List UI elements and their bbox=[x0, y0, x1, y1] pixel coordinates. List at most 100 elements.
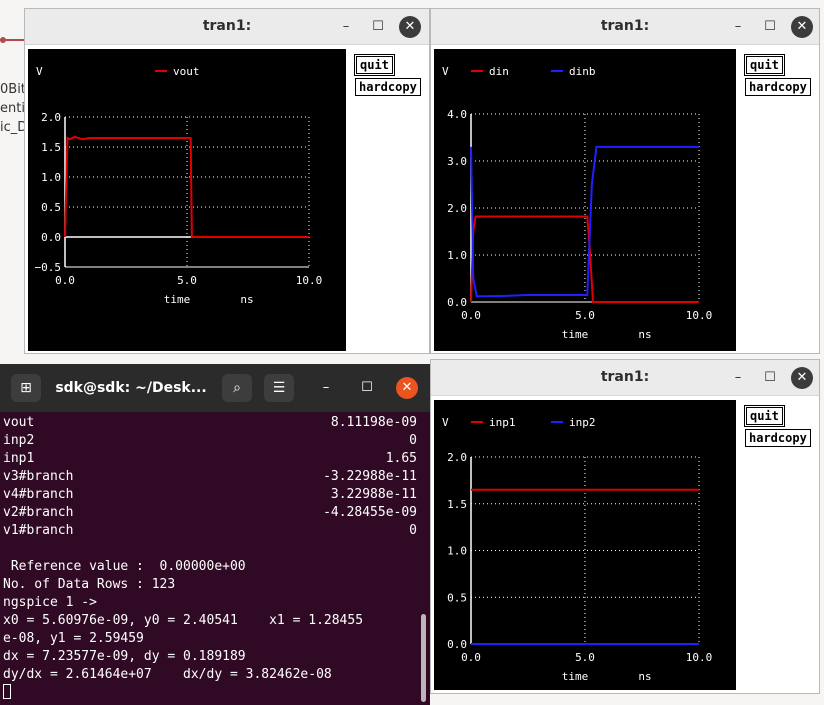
y-tick-label: 1.0 bbox=[41, 171, 61, 184]
y-tick-label: 2.0 bbox=[41, 111, 61, 124]
background-text-line: ic_D bbox=[0, 120, 24, 135]
vector-row: v4#branch 3.22988e-11 bbox=[3, 486, 417, 504]
terminal-cursor-line[interactable] bbox=[3, 684, 417, 702]
close-icon[interactable]: ✕ bbox=[791, 16, 813, 38]
y-axis-label: V bbox=[442, 65, 449, 78]
series-line-din bbox=[470, 215, 699, 303]
vector-value: 0 bbox=[409, 523, 417, 538]
vector-value: 1.65 bbox=[385, 451, 417, 466]
hardcopy-button[interactable]: hardcopy bbox=[355, 78, 421, 96]
quit-button[interactable]: quit bbox=[354, 54, 395, 76]
close-icon[interactable]: ✕ bbox=[791, 367, 813, 389]
y-tick-label: 4.0 bbox=[447, 108, 467, 121]
background-text-line: enti bbox=[0, 101, 24, 116]
x-tick-label: 0.0 bbox=[55, 274, 75, 287]
terminal-line: e-08, y1 = 2.59459 bbox=[3, 631, 144, 646]
y-tick-label: 0.0 bbox=[41, 231, 61, 244]
legend-label-vout: vout bbox=[173, 65, 200, 78]
y-tick-label: 0.0 bbox=[447, 296, 467, 309]
plot-area[interactable]: 0.0 1.0 2.0 3.0 4.0 0.0 5.0 10.0 Vtime ns din dinb bbox=[434, 49, 736, 351]
x-tick-label: 10.0 bbox=[686, 309, 713, 322]
maximize-icon[interactable]: ☐ bbox=[759, 16, 781, 38]
y-tick-label: 2.0 bbox=[447, 451, 467, 464]
y-tick-label: −0.5 bbox=[35, 261, 62, 274]
y-tick-label: 0.5 bbox=[447, 591, 467, 604]
vector-row: inp2 0 bbox=[3, 432, 417, 450]
series-line-dinb bbox=[470, 145, 699, 298]
vector-row: inp1 1.65 bbox=[3, 450, 417, 468]
background-text-line: 0Bit bbox=[0, 82, 24, 97]
y-tick-label: 1.5 bbox=[41, 141, 61, 154]
close-icon[interactable]: ✕ bbox=[399, 16, 421, 38]
y-tick-label: 0.0 bbox=[447, 638, 467, 651]
x-tick-label: 0.0 bbox=[461, 651, 481, 664]
y-tick-label: 1.0 bbox=[447, 545, 467, 558]
vector-value: -3.22988e-11 bbox=[323, 469, 417, 484]
x-axis-unit: ns bbox=[638, 670, 651, 683]
window-titlebar[interactable]: tran1: – ☐ ✕ bbox=[431, 9, 819, 45]
terminal-line: x0 = 5.60976e-09, y0 = 2.40541 x1 = 1.28… bbox=[3, 613, 364, 628]
quit-button[interactable]: quit bbox=[744, 54, 785, 76]
y-tick-label: 0.5 bbox=[41, 201, 61, 214]
x-tick-label: 10.0 bbox=[296, 274, 323, 287]
search-icon[interactable]: ⌕ bbox=[222, 374, 252, 402]
minimize-icon[interactable]: – bbox=[727, 367, 749, 389]
close-icon[interactable]: ✕ bbox=[396, 377, 418, 399]
vector-value: 3.22988e-11 bbox=[330, 487, 417, 502]
window-titlebar[interactable]: tran1: – ☐ ✕ bbox=[25, 9, 429, 45]
terminal-scrollbar[interactable] bbox=[421, 614, 426, 702]
maximize-icon[interactable]: ☐ bbox=[367, 16, 389, 38]
minimize-icon[interactable]: – bbox=[315, 377, 337, 399]
vector-row: v2#branch -4.28455e-09 bbox=[3, 504, 417, 522]
hardcopy-button[interactable]: hardcopy bbox=[745, 78, 811, 96]
x-axis-label: time bbox=[562, 670, 589, 683]
maximize-icon[interactable]: ☐ bbox=[356, 377, 378, 399]
terminal-cursor bbox=[3, 684, 11, 699]
legend-label-din: din bbox=[489, 65, 509, 78]
vector-row: v1#branch 0 bbox=[3, 522, 417, 540]
y-tick-label: 2.0 bbox=[447, 202, 467, 215]
plot-area[interactable]: −0.5 0.0 0.5 1.0 1.5 2.0 0.0 5.0 10.0 Vtime ns vout bbox=[28, 49, 346, 351]
vector-value: 8.11198e-09 bbox=[330, 415, 417, 430]
y-tick-label: 1.0 bbox=[447, 249, 467, 262]
vector-name: inp2 bbox=[3, 433, 35, 448]
plot-window-vout: tran1: – ☐ ✕ −0.5 0.0 0.5 1.0 1.5 2.0 0.0 5.0 10… bbox=[24, 8, 430, 354]
plot-window-din-dinb: tran1: – ☐ ✕ 0.0 1.0 2.0 3.0 4.0 0.0 5.0 10.0 Vt… bbox=[430, 8, 820, 354]
terminal-line: dy/dx = 2.61464e+07 dx/dy = 3.82462e-08 bbox=[3, 667, 332, 682]
vector-name: v2#branch bbox=[3, 505, 74, 520]
quit-button[interactable]: quit bbox=[744, 405, 785, 427]
vector-row: v3#branch -3.22988e-11 bbox=[3, 468, 417, 486]
y-axis-label: V bbox=[442, 416, 449, 429]
inp1-inp2-chart: 0.0 0.5 1.0 1.5 2.0 0.0 5.0 10.0 Vtime ns inp1 inp2 bbox=[442, 416, 712, 683]
terminal-line: ngspice 1 -> bbox=[3, 595, 97, 610]
minimize-icon[interactable]: – bbox=[727, 16, 749, 38]
menu-icon[interactable]: ☰ bbox=[264, 374, 294, 402]
maximize-icon[interactable]: ☐ bbox=[759, 367, 781, 389]
x-tick-label: 0.0 bbox=[461, 309, 481, 322]
x-tick-label: 5.0 bbox=[575, 309, 595, 322]
hardcopy-button[interactable]: hardcopy bbox=[745, 429, 811, 447]
background-wire bbox=[0, 37, 24, 43]
window-titlebar[interactable]: tran1: – ☐ ✕ bbox=[431, 360, 819, 396]
terminal-output[interactable]: vout 8.11198e-09 inp2 0 inp1 1.65 v3#branch… bbox=[3, 414, 417, 702]
vector-value: 0 bbox=[409, 433, 417, 448]
x-axis-label: time bbox=[164, 293, 191, 306]
plot-window-inp1-inp2: tran1: – ☐ ✕ 0.0 0.5 1.0 1.5 2.0 0.0 5.0 10.0 Vt… bbox=[430, 359, 820, 694]
terminal-line: dx = 7.23577e-09, dy = 0.189189 bbox=[3, 649, 246, 664]
background-text: 0Bit enti ic_D bbox=[0, 80, 24, 137]
vector-name: v3#branch bbox=[3, 469, 74, 484]
vector-name: v4#branch bbox=[3, 487, 74, 502]
legend-label-inp2: inp2 bbox=[569, 416, 596, 429]
terminal-titlebar[interactable]: ⊞ sdk@sdk: ~/Desk... ⌕ ☰ – ☐ ✕ bbox=[0, 364, 430, 412]
terminal-line: Reference value : 0.00000e+00 bbox=[3, 559, 246, 574]
plot-area[interactable]: 0.0 0.5 1.0 1.5 2.0 0.0 5.0 10.0 Vtime ns inp1 inp2 bbox=[434, 400, 736, 690]
minimize-icon[interactable]: – bbox=[335, 16, 357, 38]
terminal-window[interactable]: ⊞ sdk@sdk: ~/Desk... ⌕ ☰ – ☐ ✕ vout 8.111… bbox=[0, 364, 430, 705]
vector-value: -4.28455e-09 bbox=[323, 505, 417, 520]
vector-name: vout bbox=[3, 415, 35, 430]
vector-name: v1#branch bbox=[3, 523, 74, 538]
vout-chart: −0.50.00.51.01.52.00.0 5.0 10.0Vtime nsvout bbox=[35, 65, 323, 306]
x-tick-label: 5.0 bbox=[575, 651, 595, 664]
terminal-line: No. of Data Rows : 123 bbox=[3, 577, 176, 592]
